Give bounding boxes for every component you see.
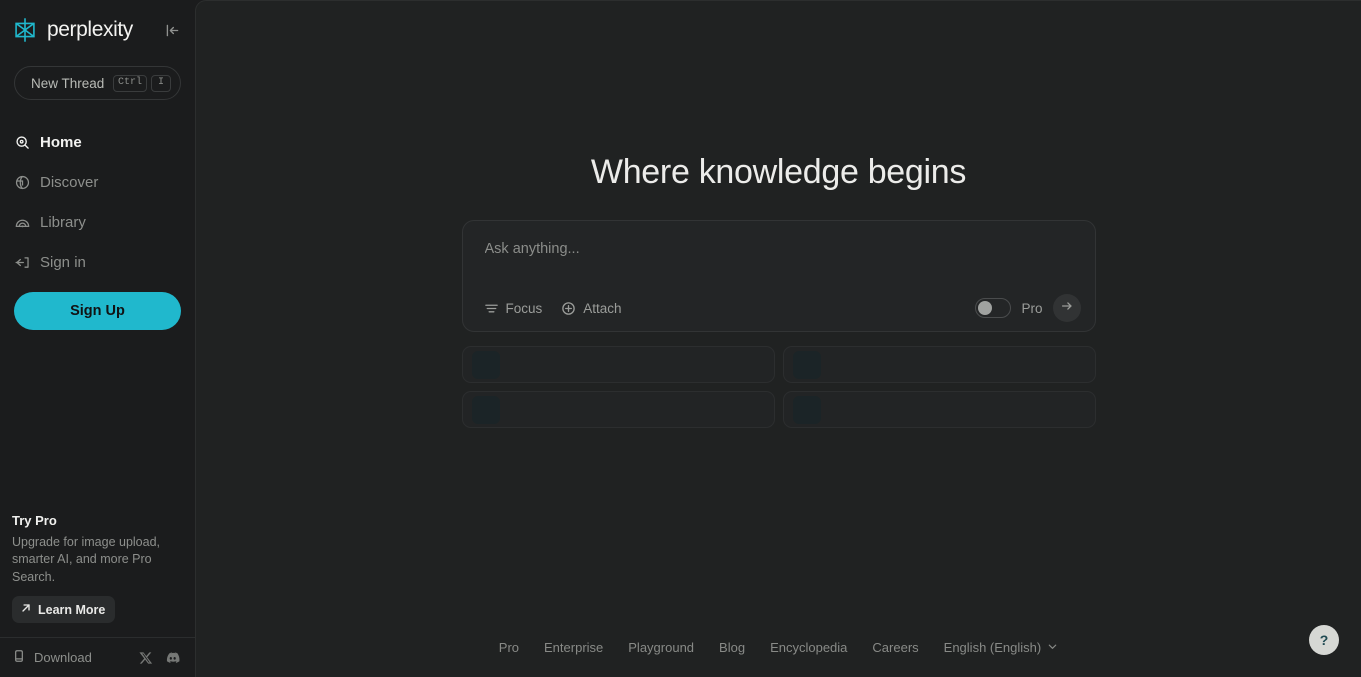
sidebar: perplexity New Thread Ctrl I Home Discov… — [0, 0, 195, 677]
list-item[interactable] — [461, 391, 775, 428]
footer-link-playground[interactable]: Playground — [628, 640, 694, 655]
main-content: Where knowledge begins Focus — [195, 0, 1361, 677]
sidebar-item-discover[interactable]: Discover — [0, 162, 195, 202]
footer-links: Pro Enterprise Playground Blog Encyclope… — [196, 640, 1361, 655]
search-input[interactable] — [484, 241, 1045, 257]
sidebar-item-label: Home — [40, 133, 82, 151]
plus-circle-icon — [561, 301, 576, 316]
library-arc-icon — [14, 214, 31, 231]
download-button[interactable]: Download — [12, 649, 92, 666]
mobile-device-icon — [12, 649, 26, 666]
chevron-down-icon — [1047, 640, 1058, 655]
composer-toolbar: Focus Attach Pro — [463, 285, 1095, 331]
search-home-icon — [14, 134, 31, 151]
sidebar-nav: Home Discover Library Sign in — [0, 122, 195, 282]
placeholder-thumb — [792, 350, 821, 379]
pro-toggle[interactable] — [975, 298, 1012, 318]
shortcut-key-letter: I — [150, 74, 171, 92]
try-pro-title: Try Pro — [12, 512, 57, 528]
sidebar-item-library[interactable]: Library — [0, 202, 195, 242]
language-selector[interactable]: English (English) — [944, 640, 1059, 655]
shortcut-key-modifier: Ctrl — [112, 74, 147, 92]
sidebar-item-label: Library — [40, 213, 86, 231]
globe-discover-icon — [14, 174, 31, 191]
collapse-sidebar-icon[interactable] — [161, 19, 183, 41]
list-item[interactable] — [461, 346, 775, 383]
list-item[interactable] — [782, 391, 1096, 428]
arrow-up-right-icon — [20, 602, 32, 617]
new-thread-button[interactable]: New Thread Ctrl I — [14, 66, 181, 100]
focus-sliders-icon — [484, 301, 499, 316]
x-twitter-icon[interactable] — [137, 649, 155, 667]
try-pro-description: Upgrade for image upload, smarter AI, an… — [12, 534, 161, 584]
focus-button[interactable]: Focus — [484, 300, 543, 316]
sidebar-footer: Download — [0, 637, 195, 677]
placeholder-thumb — [792, 395, 821, 424]
new-thread-label: New Thread — [31, 75, 105, 91]
sidebar-item-label: Discover — [40, 173, 99, 191]
help-button[interactable]: ? — [1309, 625, 1339, 655]
footer-link-encyclopedia[interactable]: Encyclopedia — [770, 640, 847, 655]
language-label: English (English) — [943, 640, 1042, 655]
sidebar-header: perplexity — [0, 2, 195, 58]
sidebar-item-home[interactable]: Home — [0, 122, 195, 162]
perplexity-logo-mark[interactable] — [10, 15, 40, 45]
suggestion-cards — [461, 346, 1096, 428]
sidebar-item-sign-in[interactable]: Sign in — [0, 242, 195, 282]
attach-button[interactable]: Attach — [561, 300, 622, 316]
placeholder-thumb — [471, 395, 500, 424]
sidebar-item-label: Sign in — [40, 253, 86, 271]
pro-label: Pro — [1021, 300, 1043, 316]
download-label: Download — [34, 650, 92, 665]
attach-label: Attach — [583, 300, 622, 316]
footer-link-enterprise[interactable]: Enterprise — [544, 640, 603, 655]
footer-link-careers[interactable]: Careers — [872, 640, 918, 655]
page-title: Where knowledge begins — [590, 153, 967, 191]
arrow-right-icon — [1060, 299, 1074, 318]
app-root: perplexity New Thread Ctrl I Home Discov… — [0, 0, 1361, 677]
try-pro-panel: Try Pro Upgrade for image upload, smarte… — [0, 512, 195, 623]
pro-toggle-knob — [978, 301, 993, 315]
sign-up-button[interactable]: Sign Up — [14, 292, 181, 330]
focus-label: Focus — [505, 300, 543, 316]
footer-link-blog[interactable]: Blog — [719, 640, 745, 655]
sign-in-arrow-icon — [14, 254, 31, 271]
learn-more-button[interactable]: Learn More — [12, 596, 116, 623]
footer-link-pro[interactable]: Pro — [499, 640, 519, 655]
learn-more-label: Learn More — [38, 602, 106, 617]
list-item[interactable] — [782, 346, 1096, 383]
search-composer[interactable]: Focus Attach P — [461, 220, 1096, 332]
placeholder-thumb — [471, 350, 500, 379]
brand-name: perplexity — [47, 18, 133, 41]
submit-button[interactable] — [1052, 294, 1081, 322]
composer-right-controls: Pro — [975, 294, 1081, 322]
discord-icon[interactable] — [163, 649, 181, 667]
